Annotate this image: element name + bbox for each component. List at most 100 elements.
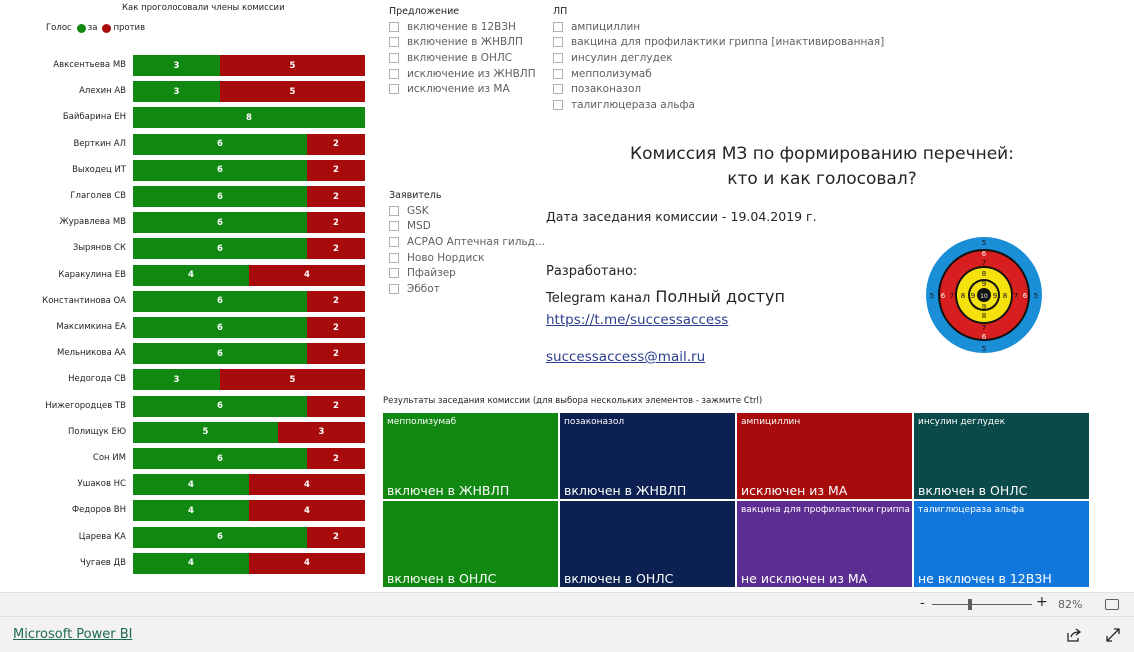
bar-segment-yes[interactable]: 4: [133, 552, 249, 574]
bar-segment-no[interactable]: 4: [249, 500, 365, 522]
bar-segment-yes[interactable]: 6: [133, 186, 307, 207]
bar-segment-no[interactable]: 2: [307, 212, 365, 234]
checkbox[interactable]: [389, 252, 399, 263]
proposal-slicer-item[interactable]: включение в 12ВЗН: [389, 19, 536, 35]
checkbox[interactable]: [389, 84, 399, 95]
bar-segment-no[interactable]: 5: [220, 369, 365, 391]
treemap-tile[interactable]: включен в ОНЛС: [382, 500, 559, 588]
checkbox[interactable]: [389, 205, 399, 216]
legend-yes-label[interactable]: за: [88, 23, 98, 33]
bar-row[interactable]: Недогода СВ 3 5: [0, 369, 370, 391]
bar-row[interactable]: Полищук ЕЮ 5 3: [0, 421, 370, 443]
proposal-slicer-item[interactable]: исключение из ЖНВЛП: [389, 66, 536, 82]
bar-row[interactable]: Максимкина ЕА 6 2: [0, 317, 370, 338]
drug-slicer-item[interactable]: позаконазол: [553, 81, 884, 97]
proposal-slicer-item[interactable]: исключение из МА: [389, 81, 536, 97]
bar-row[interactable]: Верткин АЛ 6 2: [0, 133, 370, 155]
bar-row[interactable]: Глаголев СВ 6 2: [0, 186, 370, 207]
bar-segment-no[interactable]: 2: [307, 186, 365, 207]
bar-segment-no[interactable]: 2: [307, 159, 365, 181]
proposal-slicer-item[interactable]: включение в ОНЛС: [389, 50, 536, 66]
treemap-tile[interactable]: включен в ОНЛС: [559, 500, 736, 588]
bar-row[interactable]: Каракулина ЕВ 4 4: [0, 264, 370, 286]
bar-segment-no[interactable]: 2: [307, 290, 365, 312]
bar-row[interactable]: Сон ИМ 6 2: [0, 448, 370, 469]
powerbi-link[interactable]: Microsoft Power BI: [13, 627, 132, 642]
bar-segment-no[interactable]: 5: [220, 81, 365, 103]
bar-segment-yes[interactable]: 6: [133, 290, 307, 312]
checkbox[interactable]: [553, 84, 563, 95]
fullscreen-icon[interactable]: [1106, 628, 1120, 642]
bar-segment-yes[interactable]: 6: [133, 526, 307, 548]
checkbox[interactable]: [553, 99, 563, 110]
checkbox[interactable]: [389, 283, 399, 294]
bar-segment-yes[interactable]: 6: [133, 133, 307, 155]
bar-segment-yes[interactable]: 3: [133, 81, 220, 103]
bar-row[interactable]: Журавлева МВ 6 2: [0, 212, 370, 234]
bar-segment-no[interactable]: 2: [307, 526, 365, 548]
bar-segment-yes[interactable]: 6: [133, 212, 307, 234]
bar-segment-yes[interactable]: 6: [133, 317, 307, 338]
drug-slicer-item[interactable]: мепполизумаб: [553, 66, 884, 82]
drug-slicer-item[interactable]: инсулин деглудек: [553, 50, 884, 66]
zoom-in-button[interactable]: +: [1036, 594, 1048, 610]
checkbox[interactable]: [553, 68, 563, 79]
drug-slicer-item[interactable]: талиглюцераза альфа: [553, 97, 884, 113]
checkbox[interactable]: [389, 236, 399, 247]
proposal-slicer-item[interactable]: включение в ЖНВЛП: [389, 35, 536, 51]
applicant-slicer-item[interactable]: GSK: [389, 203, 545, 219]
drug-slicer-item[interactable]: ампициллин: [553, 19, 884, 35]
bar-segment-yes[interactable]: 5: [133, 421, 278, 443]
legend-no-label[interactable]: против: [113, 23, 145, 33]
bar-segment-no[interactable]: 2: [307, 133, 365, 155]
treemap-tile[interactable]: мепполизумаб включен в ЖНВЛП: [382, 412, 559, 500]
bar-segment-no[interactable]: 2: [307, 395, 365, 417]
checkbox[interactable]: [389, 221, 399, 232]
bar-row[interactable]: Алехин АВ 3 5: [0, 81, 370, 103]
applicant-slicer-item[interactable]: АСРАО Аптечная гильд...: [389, 234, 545, 250]
checkbox[interactable]: [553, 52, 563, 63]
bar-segment-yes[interactable]: 3: [133, 369, 220, 391]
applicant-slicer-item[interactable]: Пфайзер: [389, 265, 545, 281]
bar-row[interactable]: Константинова ОА 6 2: [0, 290, 370, 312]
bar-row[interactable]: Авксентьева МВ 3 5: [0, 55, 370, 76]
zoom-slider-thumb[interactable]: [968, 599, 972, 610]
bar-row[interactable]: Зырянов СК 6 2: [0, 238, 370, 260]
bar-segment-yes[interactable]: 3: [133, 55, 220, 76]
checkbox[interactable]: [389, 52, 399, 63]
share-icon[interactable]: [1066, 628, 1082, 642]
bar-row[interactable]: Байбарина ЕН 8: [0, 107, 370, 129]
applicant-slicer-item[interactable]: MSD: [389, 219, 545, 235]
bar-segment-no[interactable]: 4: [249, 264, 365, 286]
applicant-slicer-item[interactable]: Эббот: [389, 281, 545, 297]
treemap-tile[interactable]: позаконазол включен в ЖНВЛП: [559, 412, 736, 500]
bar-segment-yes[interactable]: 4: [133, 264, 249, 286]
bar-segment-yes[interactable]: 6: [133, 343, 307, 365]
telegram-link[interactable]: https://t.me/successaccess: [546, 312, 728, 328]
bar-row[interactable]: Выходец ИТ 6 2: [0, 159, 370, 181]
bar-row[interactable]: Нижегородцев ТВ 6 2: [0, 395, 370, 417]
treemap-tile[interactable]: талиглюцераза альфа не включен в 12ВЗН: [913, 500, 1090, 588]
checkbox[interactable]: [389, 268, 399, 279]
bar-segment-yes[interactable]: 6: [133, 238, 307, 260]
fit-to-page-icon[interactable]: [1105, 599, 1119, 610]
drug-slicer-item[interactable]: вакцина для профилактики гриппа [инактив…: [553, 35, 884, 51]
treemap-tile[interactable]: ампициллин исключен из МА: [736, 412, 913, 500]
bar-segment-yes[interactable]: 8: [133, 107, 365, 129]
bar-row[interactable]: Ушаков НС 4 4: [0, 474, 370, 496]
email-link[interactable]: successaccess@mail.ru: [546, 349, 705, 365]
bar-segment-no[interactable]: 5: [220, 55, 365, 76]
bar-segment-no[interactable]: 2: [307, 343, 365, 365]
bar-row[interactable]: Чугаев ДВ 4 4: [0, 552, 370, 574]
checkbox[interactable]: [389, 37, 399, 48]
bar-row[interactable]: Мельникова АА 6 2: [0, 343, 370, 365]
bar-segment-yes[interactable]: 6: [133, 448, 307, 469]
treemap-tile[interactable]: инсулин деглудек включен в ОНЛС: [913, 412, 1090, 500]
applicant-slicer-item[interactable]: Ново Нордиск: [389, 250, 545, 266]
checkbox[interactable]: [389, 68, 399, 79]
bar-segment-no[interactable]: 2: [307, 238, 365, 260]
zoom-slider-track[interactable]: [932, 604, 1032, 605]
bar-row[interactable]: Федоров ВН 4 4: [0, 500, 370, 522]
bar-segment-no[interactable]: 4: [249, 474, 365, 496]
treemap-tile[interactable]: вакцина для профилактики гриппа ... не ис…: [736, 500, 913, 588]
